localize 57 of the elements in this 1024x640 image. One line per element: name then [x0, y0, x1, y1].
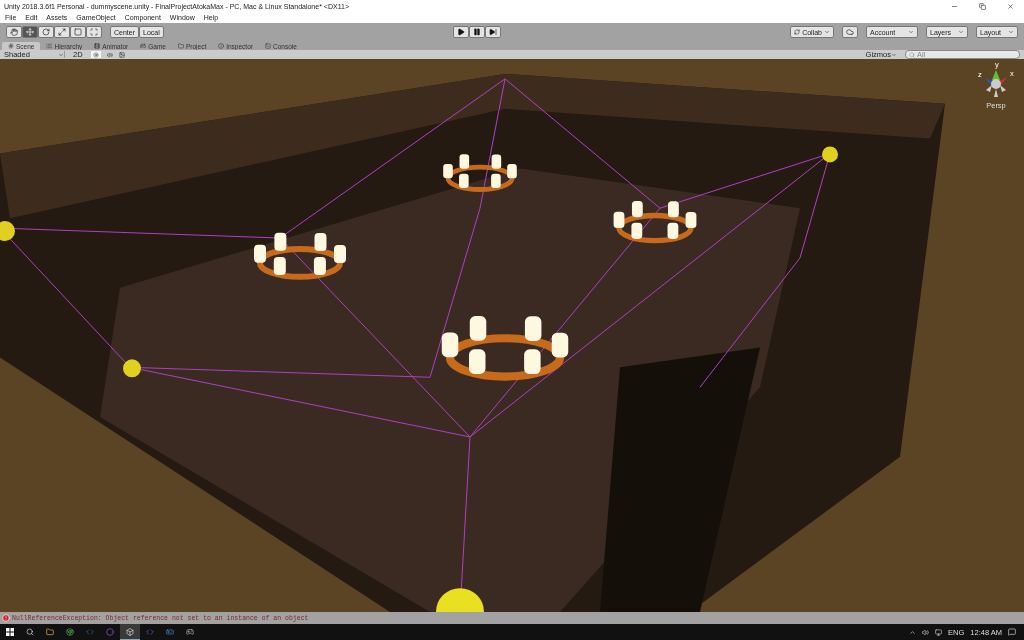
- info-icon: [218, 43, 225, 49]
- film-icon: [94, 43, 101, 49]
- grid-icon: [8, 43, 14, 49]
- step-icon: [488, 28, 497, 36]
- close-icon[interactable]: [1006, 2, 1014, 10]
- restore-icon[interactable]: [978, 2, 986, 10]
- sun-icon: [92, 51, 99, 58]
- hand-tool-button[interactable]: [6, 26, 22, 38]
- pause-icon: [472, 28, 481, 36]
- caret-icon: [1008, 29, 1014, 35]
- circle-icon: [106, 627, 114, 636]
- move-tool-button[interactable]: [22, 26, 38, 38]
- notifications-icon[interactable]: [1008, 628, 1016, 636]
- rotate-tool-button[interactable]: [38, 26, 54, 38]
- cloud-button[interactable]: [842, 26, 858, 38]
- scale-icon: [58, 28, 66, 36]
- windows-logo-icon[interactable]: [6, 627, 14, 636]
- cloud-icon: [846, 28, 854, 36]
- code-icon: [86, 627, 94, 636]
- caret-icon: [58, 51, 64, 58]
- code-icon: [146, 627, 154, 636]
- play-icon: [456, 28, 465, 36]
- transform-tool-button[interactable]: [86, 26, 102, 38]
- move-icon: [26, 28, 34, 36]
- network-icon[interactable]: [935, 628, 943, 636]
- lighting-toggle[interactable]: [90, 51, 101, 58]
- hand-icon: [10, 28, 18, 36]
- caret-icon: [891, 51, 897, 58]
- scale-tool-button[interactable]: [54, 26, 70, 38]
- caret-icon: [824, 29, 830, 35]
- search-icon[interactable]: [26, 627, 34, 636]
- play-button[interactable]: [452, 26, 469, 38]
- gamepad-icon: [186, 627, 194, 636]
- audio-icon[interactable]: [106, 51, 113, 58]
- tray-expand-icon[interactable]: [909, 628, 917, 636]
- volume-icon[interactable]: [922, 628, 930, 636]
- pause-button[interactable]: [468, 26, 485, 38]
- console-icon: [264, 43, 271, 49]
- folder-icon: [46, 627, 54, 636]
- caret-icon: [958, 29, 964, 35]
- gamepad-icon: [166, 627, 174, 636]
- cube-icon: [126, 627, 134, 636]
- list-icon: [46, 43, 53, 49]
- gamepad-icon: [140, 43, 147, 49]
- rect-tool-button[interactable]: [70, 26, 86, 38]
- step-button[interactable]: [484, 26, 501, 38]
- transform-icon: [90, 28, 98, 36]
- browser-icon: [66, 627, 74, 636]
- refresh-icon: [794, 29, 801, 35]
- search-icon: [909, 51, 915, 58]
- rotate-icon: [42, 28, 50, 36]
- error-icon: [2, 614, 10, 622]
- effects-icon[interactable]: [118, 51, 125, 58]
- taskbar-app[interactable]: [120, 624, 140, 640]
- caret-icon: [908, 29, 914, 35]
- folder-icon: [177, 43, 184, 49]
- square-icon: [74, 28, 82, 36]
